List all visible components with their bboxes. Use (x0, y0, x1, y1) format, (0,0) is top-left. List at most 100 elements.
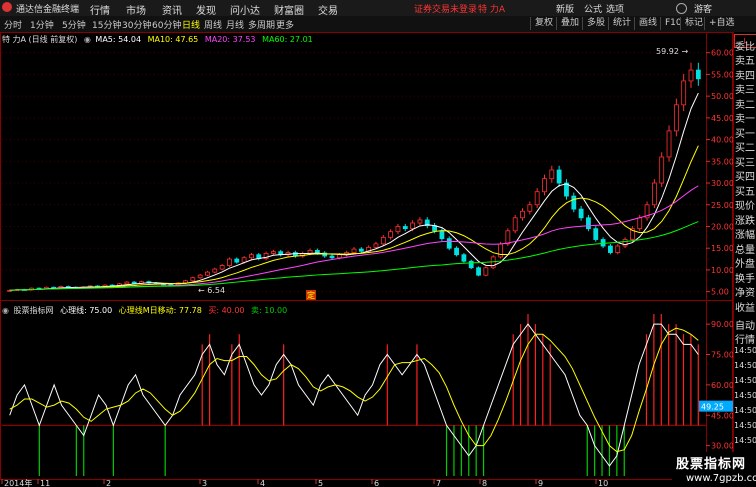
price-tick-label: 30.00 (711, 179, 733, 188)
quote-panel-item: 卖一 (735, 114, 755, 125)
candle-body (410, 222, 416, 230)
quote-panel-item: 换手 (735, 274, 755, 285)
candle-body (520, 210, 525, 219)
candle-body (395, 226, 401, 233)
date-label: 7 (436, 479, 441, 487)
candle-body (234, 258, 240, 263)
candle-body (512, 217, 518, 232)
date-label: 5 (318, 479, 323, 487)
candle-body (571, 195, 577, 210)
ind-tick-label: 60.00 (711, 381, 733, 390)
low-annotation: ← 6.54 (198, 286, 225, 295)
date-label: 4 (260, 479, 265, 487)
ind-current-value: 49.25 (701, 403, 724, 412)
ind-tick-label: 90.00 (711, 320, 733, 329)
candle-body (190, 277, 196, 282)
candle-body (380, 236, 386, 245)
quote-panel-item: 买三 (735, 158, 755, 169)
candle-body (483, 267, 489, 276)
high-annotation: 59.92 → (656, 47, 688, 56)
candle-body (608, 245, 613, 253)
candle-body (505, 230, 511, 245)
candle-body (212, 268, 218, 273)
candle-body (388, 231, 394, 238)
candle-body (476, 267, 481, 276)
candle-body (249, 254, 254, 259)
candle-body (454, 247, 459, 256)
quote-panel-item: 卖五 (735, 56, 755, 67)
quote-panel-item: 14:50 (734, 391, 756, 400)
candle-body (205, 271, 210, 276)
candle-body (527, 204, 533, 212)
candle-body (637, 217, 643, 230)
candle-body (131, 281, 137, 284)
quote-panel-item: 卖二 (735, 100, 755, 111)
price-tick-label: 25.00 (711, 201, 733, 210)
candle-body (578, 208, 584, 219)
candle-body (241, 257, 247, 263)
date-label: 11 (40, 479, 50, 487)
price-tick-label: 45.00 (711, 114, 733, 123)
price-tick-label: 55.00 (711, 70, 733, 79)
candle-body (124, 281, 130, 285)
candle-body (329, 255, 335, 259)
kline-chart[interactable]: 60.0055.0050.0045.0040.0035.0030.0025.00… (0, 0, 733, 487)
candle-body (402, 226, 408, 230)
ind-tick-label: 45.00 (711, 411, 733, 420)
candle-body (556, 169, 562, 184)
quote-panel-item: 总量 (735, 245, 755, 256)
candle-body (336, 254, 342, 259)
candle-body (549, 169, 555, 180)
ind-tick-label: 30.00 (711, 442, 733, 451)
price-tick-label: 35.00 (711, 157, 733, 166)
annotations: 59.92 → ← 6.54 定 (198, 47, 688, 300)
ind-tick-label: 75.00 (711, 351, 733, 360)
date-label: 2014年 (4, 478, 32, 487)
candle-body (446, 238, 452, 249)
candle-body (695, 69, 701, 80)
candle-body (227, 258, 232, 266)
candle-body (271, 251, 276, 254)
price-tick-label: 10.00 (711, 266, 733, 275)
quote-panel-item: 买一 (735, 129, 755, 140)
quote-panel-item: 行情 (735, 335, 755, 346)
candle-body (666, 130, 672, 158)
quote-panel-item: 14:50 (734, 361, 756, 370)
quote-panel-item: 14:50 (734, 421, 756, 430)
candle-body (586, 217, 591, 230)
candlesticks (7, 62, 701, 292)
date-label: 3 (202, 479, 207, 487)
date-label: 9 (538, 479, 543, 487)
quote-panel-item: 净资 (735, 288, 755, 299)
candle-body (659, 156, 665, 184)
candle-body (651, 182, 657, 206)
quote-panel-item: 委比 (735, 42, 755, 53)
candle-body (673, 104, 679, 132)
candle-body (681, 80, 687, 106)
date-label: 2 (106, 479, 111, 487)
candle-body (593, 228, 599, 240)
date-label: 6 (374, 479, 379, 487)
watermark-title: 股票指标网 (676, 457, 747, 472)
candle-body (358, 248, 364, 252)
price-tick-label: 20.00 (711, 222, 733, 231)
quote-panel-item: 14:50 (734, 376, 756, 385)
quote-panel-item: 14:50 (734, 436, 756, 445)
candle-body (197, 274, 203, 279)
quote-panel-item: 外盘 (735, 259, 755, 270)
candle-body (439, 230, 445, 240)
candle-body (542, 178, 547, 193)
quote-panel-item: 卖四 (735, 71, 755, 82)
indicator-axis: 90.0075.0060.0045.0030.0015.0049.25 (2, 320, 733, 481)
outer-frame (0, 32, 733, 480)
indicator-lines (9, 314, 699, 476)
quote-panel-item: 收益 (735, 303, 755, 314)
date-label: 8 (482, 479, 487, 487)
price-tick-label: 5.00 (711, 288, 729, 297)
price-tick-label: 40.00 (711, 136, 733, 145)
candle-body (373, 243, 379, 248)
candle-body (468, 260, 474, 269)
quote-panel-item: 买四 (735, 172, 755, 183)
chart-frame (0, 32, 733, 480)
candle-body (417, 219, 423, 224)
